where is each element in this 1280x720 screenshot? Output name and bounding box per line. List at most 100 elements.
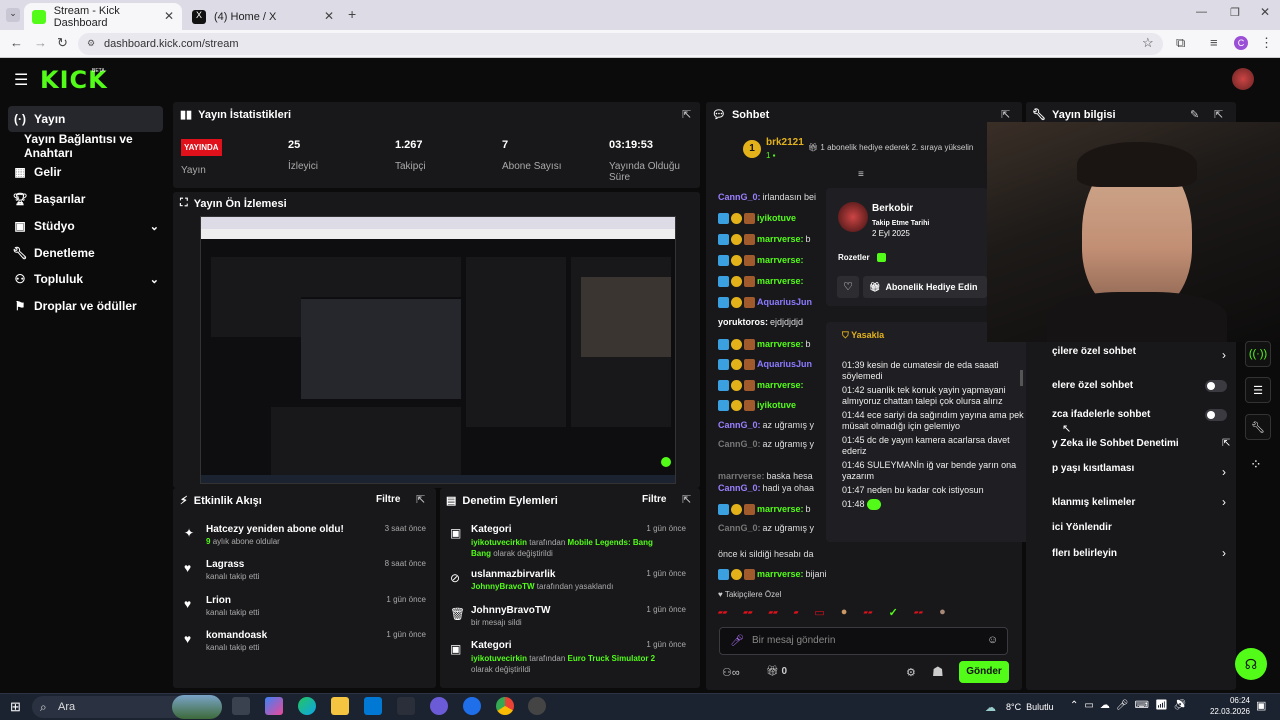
external-link-icon[interactable]: ⇱ xyxy=(1222,438,1230,449)
goals-row[interactable]: flerı belirleyin xyxy=(1052,548,1117,559)
outlook-icon[interactable] xyxy=(364,697,382,715)
app-icon[interactable] xyxy=(463,697,481,715)
chat-message[interactable]: marrverse:bijani finda aratmis inanilmaz… xyxy=(718,567,826,581)
chat-username[interactable]: CannG_0: xyxy=(718,483,761,493)
account-age-row[interactable]: p yaşı kısıtlaması xyxy=(1052,463,1134,474)
chat-message[interactable]: marrverse: b xyxy=(718,232,818,246)
chat-username[interactable]: marrverse: xyxy=(757,380,804,390)
user-avatar[interactable] xyxy=(1232,68,1254,90)
mic-icon[interactable]: 🎤︎ xyxy=(730,634,744,647)
ban-header[interactable]: ⛉ Yasakla xyxy=(842,330,884,341)
chat-messages[interactable]: CannG_0: irlandasın bei iyikotuve marrverse… xyxy=(706,178,826,588)
chat-message[interactable]: iyikotuve xyxy=(718,398,818,412)
emote-row[interactable]: ▰▰ ▰▰ ▰▰ ▰ ▭ ● ▰▰ ✓ ▰▰ ● xyxy=(718,604,1008,620)
chat-message[interactable]: CannG_0: az uğramış y xyxy=(718,521,818,535)
chat-message[interactable]: marrverse: xyxy=(718,378,818,392)
copilot-icon[interactable] xyxy=(265,697,283,715)
chat-username[interactable]: CannG_0: xyxy=(718,439,761,449)
banned-words-row[interactable]: klanmış kelimeler xyxy=(1052,497,1135,508)
emote-icon[interactable]: ▰▰ xyxy=(743,609,752,616)
follower-only-chat-row[interactable]: çilere özel sohbet xyxy=(1052,346,1136,357)
follow-heart-button[interactable]: ♡ xyxy=(837,276,859,298)
sidebar-item-achievements[interactable]: 🏆︎ Başarılar xyxy=(8,186,163,212)
chevron-right-icon[interactable]: › xyxy=(1222,465,1226,479)
layout-quick-button[interactable]: ☰ xyxy=(1245,377,1271,403)
sidebar-item-revenue[interactable]: ▦ Gelir xyxy=(8,159,163,185)
sidebar-item-stream-key[interactable]: Yayın Bağlantısı ve Anahtarı xyxy=(8,132,173,160)
emote-icon[interactable]: ✓ xyxy=(889,606,898,619)
chat-username[interactable]: CannG_0: xyxy=(718,523,761,533)
emote-only-toggle[interactable] xyxy=(1205,409,1227,421)
emote-icon[interactable]: ● xyxy=(939,606,946,618)
chat-message[interactable]: marrverse: xyxy=(718,253,818,267)
emote-icon[interactable]: ▰ xyxy=(794,609,799,616)
chevron-right-icon[interactable]: › xyxy=(1222,546,1226,560)
bookmark-star-icon[interactable]: ☆ xyxy=(1142,35,1154,51)
stream-preview-video[interactable] xyxy=(200,216,676,484)
sidebar-item-moderation[interactable]: 🔧︎ Denetleme xyxy=(8,240,163,266)
weather-text[interactable]: 8°C Bulutlu xyxy=(1006,702,1054,712)
sidebar-item-stream[interactable]: (·) Yayın xyxy=(8,106,163,132)
close-tab-icon[interactable]: ✕ xyxy=(164,9,174,23)
chat-message[interactable]: CannG_0: az uğramış y xyxy=(718,418,818,432)
bot-icon[interactable]: ☗ xyxy=(932,664,944,680)
collapse-pinned-icon[interactable]: ≡ xyxy=(858,169,864,180)
close-window-icon[interactable]: ✕ xyxy=(1260,5,1270,19)
chat-username[interactable]: marrverse: xyxy=(757,234,804,244)
chat-username[interactable]: marrverse: xyxy=(718,471,765,481)
extensions-icon[interactable]: ⧉ xyxy=(1176,35,1185,51)
windows-start-icon[interactable]: ⊞ xyxy=(10,699,21,715)
emoji-icon[interactable]: ☺ xyxy=(987,634,998,646)
wrench-quick-button[interactable]: 🔧︎ xyxy=(1245,414,1271,440)
url-input[interactable]: dashboard.kick.com/stream xyxy=(78,33,1163,55)
file-explorer-icon[interactable] xyxy=(331,697,349,715)
chat-username[interactable]: marrverse: xyxy=(757,569,804,579)
chat-username[interactable]: yoruktoros: xyxy=(718,317,768,327)
tab-list-icon[interactable]: ⌄ xyxy=(6,8,20,22)
send-button[interactable]: Gönder xyxy=(959,661,1009,683)
support-chat-button[interactable]: ☊ xyxy=(1235,648,1267,680)
chat-message[interactable]: iyikotuve xyxy=(718,211,818,225)
chrome-icon[interactable] xyxy=(496,697,514,715)
infinity-icon[interactable]: ⚇∞ xyxy=(722,666,740,679)
chat-message[interactable]: marrverse: b xyxy=(718,337,818,351)
chat-username[interactable]: marrverse: xyxy=(757,276,804,286)
chat-username[interactable]: marrverse: xyxy=(757,339,804,349)
chat-username[interactable]: iyikotuve xyxy=(757,213,796,223)
chat-message[interactable]: marrverse: xyxy=(718,274,818,288)
chat-username[interactable]: marrverse: xyxy=(757,504,804,514)
user-card-name[interactable]: Berkobir xyxy=(872,203,913,214)
emote-icon[interactable]: ▰▰ xyxy=(768,609,777,616)
chat-message[interactable]: marrverse: b xyxy=(718,502,818,516)
ai-moderation-row[interactable]: y Zeka ile Sohbet Denetimi xyxy=(1052,438,1179,449)
back-icon[interactable]: ← xyxy=(10,35,23,50)
popout-icon[interactable]: ⇱ xyxy=(682,493,691,506)
raid-row[interactable]: ici Yönlendir xyxy=(1052,522,1112,533)
chat-settings-icon[interactable]: ⚙ xyxy=(906,666,916,679)
chevron-right-icon[interactable]: › xyxy=(1222,495,1226,509)
history-scrollbar[interactable] xyxy=(1020,370,1023,386)
chat-message[interactable]: CannG_0: az uğramış y xyxy=(718,437,818,451)
sidebar-item-studio[interactable]: ▣ Stüdyo ⌄ xyxy=(8,213,163,239)
tab-x-home[interactable]: X (4) Home / X ✕ xyxy=(184,3,342,30)
chat-message[interactable]: CannG_0: hadi ya ohaa xyxy=(718,481,818,495)
sub-only-toggle[interactable] xyxy=(1205,380,1227,392)
site-info-icon[interactable]: ⚙ xyxy=(87,38,95,49)
chat-username[interactable]: CannG_0: xyxy=(718,420,761,430)
broadcast-quick-button[interactable]: ((·)) xyxy=(1245,341,1271,367)
close-tab-icon[interactable]: ✕ xyxy=(324,9,334,23)
edge-icon[interactable] xyxy=(298,697,316,715)
emote-icon[interactable]: ▰▰ xyxy=(863,609,872,616)
clock-date[interactable]: 22.03.2026 xyxy=(1200,707,1250,716)
chat-message[interactable]: CannG_0: irlandasın bei xyxy=(718,190,818,204)
hamburger-menu-icon[interactable]: ☰ xyxy=(14,70,28,90)
apps-icon[interactable]: ⁘ xyxy=(1250,456,1262,473)
chevron-right-icon[interactable]: › xyxy=(1222,348,1226,362)
emote-icon[interactable]: ● xyxy=(841,606,848,618)
task-view-icon[interactable] xyxy=(232,697,250,715)
sidebar-item-drops[interactable]: ⚑ Droplar ve ödüller xyxy=(8,293,163,319)
chat-message[interactable]: AquariusJun xyxy=(718,295,818,309)
chat-username[interactable]: iyikotuve xyxy=(757,400,796,410)
chat-username[interactable]: AquariusJun xyxy=(757,297,812,307)
store-icon[interactable] xyxy=(397,697,415,715)
